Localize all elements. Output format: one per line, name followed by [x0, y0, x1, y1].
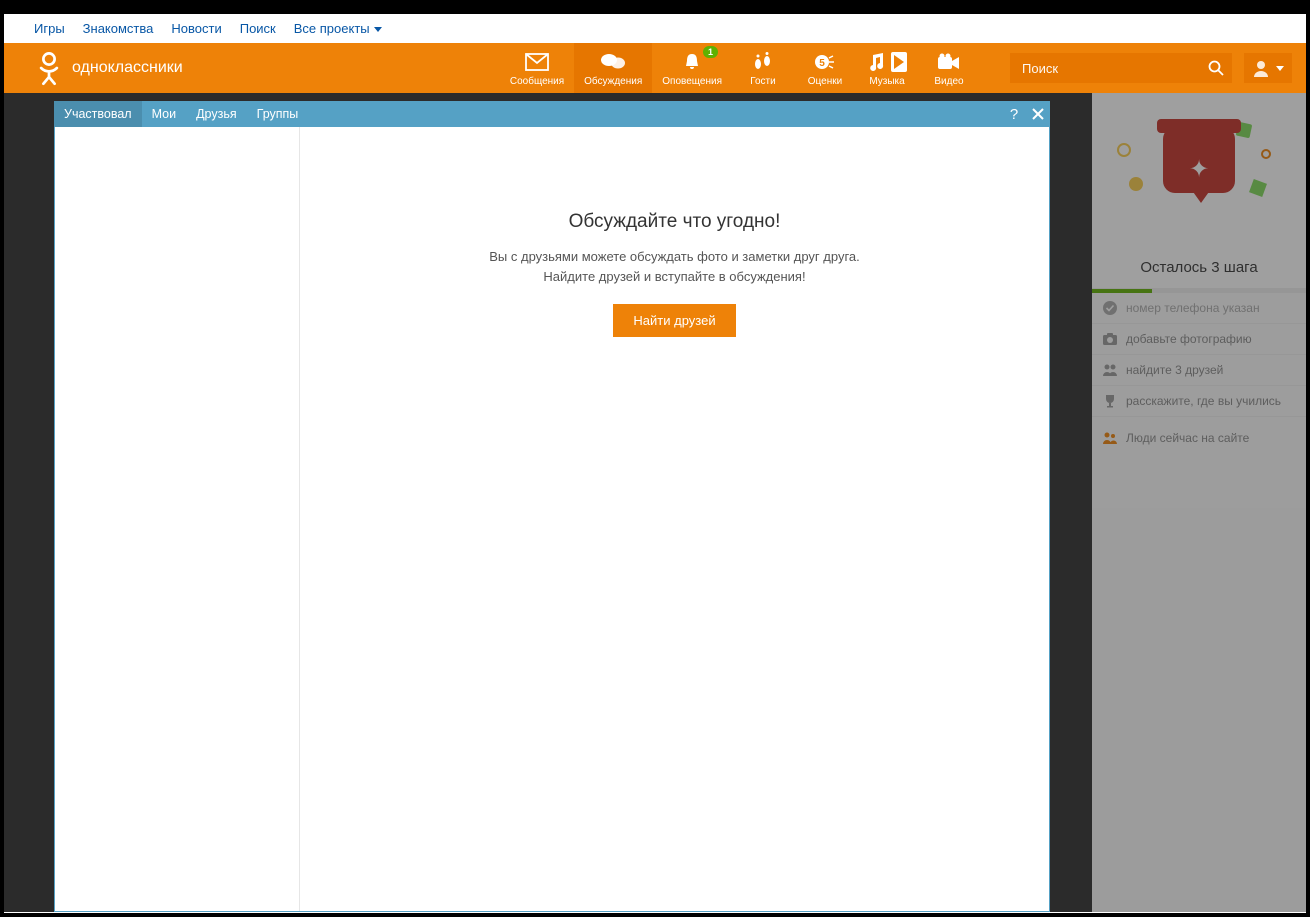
top-link-all-projects[interactable]: Все проекты	[294, 21, 382, 36]
speech-bubbles-icon	[600, 52, 626, 72]
logo[interactable]: одноклассники	[34, 50, 183, 86]
find-friends-button[interactable]: Найти друзей	[613, 304, 735, 337]
nav-notifications-label: Оповещения	[662, 76, 722, 87]
notifications-badge: 1	[703, 46, 718, 58]
nav-video[interactable]: Видео	[918, 43, 980, 93]
nav-ratings-label: Оценки	[808, 76, 842, 87]
check-circle-icon	[1102, 300, 1118, 316]
nav-items: Сообщения Обсуждения 1 Оповещения Гости …	[500, 43, 980, 93]
video-camera-icon	[937, 53, 961, 71]
nav-music[interactable]: Музыка	[856, 43, 918, 93]
nav-music-label: Музыка	[869, 76, 904, 87]
bell-icon	[682, 52, 702, 72]
modal-tab-participated[interactable]: Участвовал	[54, 101, 142, 127]
modal-content: Обсуждайте что угодно! Вы с друзьями мож…	[299, 127, 1049, 911]
online-people-section[interactable]: Люди сейчас на сайте	[1092, 421, 1306, 455]
top-link-dating[interactable]: Знакомства	[83, 21, 154, 36]
step-label: найдите 3 друзей	[1126, 363, 1223, 377]
chevron-down-icon	[1276, 66, 1284, 71]
envelope-icon	[525, 53, 549, 71]
step-label: добавьте фотографию	[1126, 332, 1252, 346]
search-input[interactable]	[1022, 61, 1208, 76]
close-button[interactable]	[1026, 101, 1050, 127]
modal-tab-groups[interactable]: Группы	[247, 101, 309, 127]
search-icon	[1208, 60, 1224, 76]
modal-tab-mine[interactable]: Мои	[142, 101, 187, 127]
steps-remaining-title: Осталось 3 шага	[1092, 239, 1306, 289]
nav-discussions-label: Обсуждения	[584, 76, 642, 87]
discussions-modal: Участвовал Мои Друзья Группы ? Обсуждайт…	[54, 101, 1050, 912]
online-title-label: Люди сейчас на сайте	[1126, 431, 1249, 445]
play-icon	[891, 52, 907, 72]
modal-sidebar	[55, 127, 299, 911]
nav-ratings[interactable]: 5 Оценки	[794, 43, 856, 93]
right-sidebar: ✦ Осталось 3 шага номер телефона указан …	[1092, 93, 1306, 912]
main-header: одноклассники Сообщения Обсуждения 1 Опо…	[4, 43, 1306, 93]
rating-5-icon: 5	[814, 52, 836, 72]
svg-text:5: 5	[819, 58, 825, 69]
gift-promo: ✦	[1092, 93, 1306, 239]
nav-video-label: Видео	[934, 76, 963, 87]
modal-tab-friends[interactable]: Друзья	[186, 101, 247, 127]
step-education[interactable]: расскажите, где вы учились	[1092, 386, 1306, 417]
trophy-icon	[1102, 393, 1118, 409]
logo-text: одноклассники	[72, 59, 183, 77]
avatar-icon	[1252, 59, 1270, 77]
nav-messages-label: Сообщения	[510, 76, 564, 87]
top-links-bar: Игры Знакомства Новости Поиск Все проект…	[4, 14, 1306, 43]
top-link-news[interactable]: Новости	[171, 21, 221, 36]
step-find-friends[interactable]: найдите 3 друзей	[1092, 355, 1306, 386]
top-link-games[interactable]: Игры	[34, 21, 65, 36]
progress-bar	[1092, 289, 1306, 293]
search-box[interactable]	[1010, 53, 1232, 83]
nav-guests-label: Гости	[750, 76, 775, 87]
nav-guests[interactable]: Гости	[732, 43, 794, 93]
empty-description: Вы с друзьями можете обсуждать фото и за…	[489, 247, 860, 286]
ok-logo-icon	[34, 50, 64, 86]
music-note-icon	[867, 52, 885, 72]
nav-messages[interactable]: Сообщения	[500, 43, 574, 93]
modal-tabs-bar: Участвовал Мои Друзья Группы ?	[54, 101, 1050, 127]
people-online-icon	[1102, 430, 1118, 446]
step-phone-verified[interactable]: номер телефона указан	[1092, 293, 1306, 324]
help-button[interactable]: ?	[1002, 101, 1026, 127]
step-add-photo[interactable]: добавьте фотографию	[1092, 324, 1306, 355]
nav-discussions[interactable]: Обсуждения	[574, 43, 652, 93]
nav-notifications[interactable]: 1 Оповещения	[652, 43, 732, 93]
help-icon: ?	[1010, 106, 1018, 123]
footprints-icon	[752, 52, 774, 72]
top-link-search[interactable]: Поиск	[240, 21, 276, 36]
close-icon	[1032, 108, 1044, 120]
user-menu[interactable]	[1244, 53, 1292, 83]
step-label: номер телефона указан	[1126, 301, 1260, 315]
people-icon	[1102, 362, 1118, 378]
step-label: расскажите, где вы учились	[1126, 394, 1281, 408]
gift-icon: ✦	[1163, 127, 1235, 193]
empty-title: Обсуждайте что угодно!	[569, 211, 781, 233]
camera-icon	[1102, 331, 1118, 347]
